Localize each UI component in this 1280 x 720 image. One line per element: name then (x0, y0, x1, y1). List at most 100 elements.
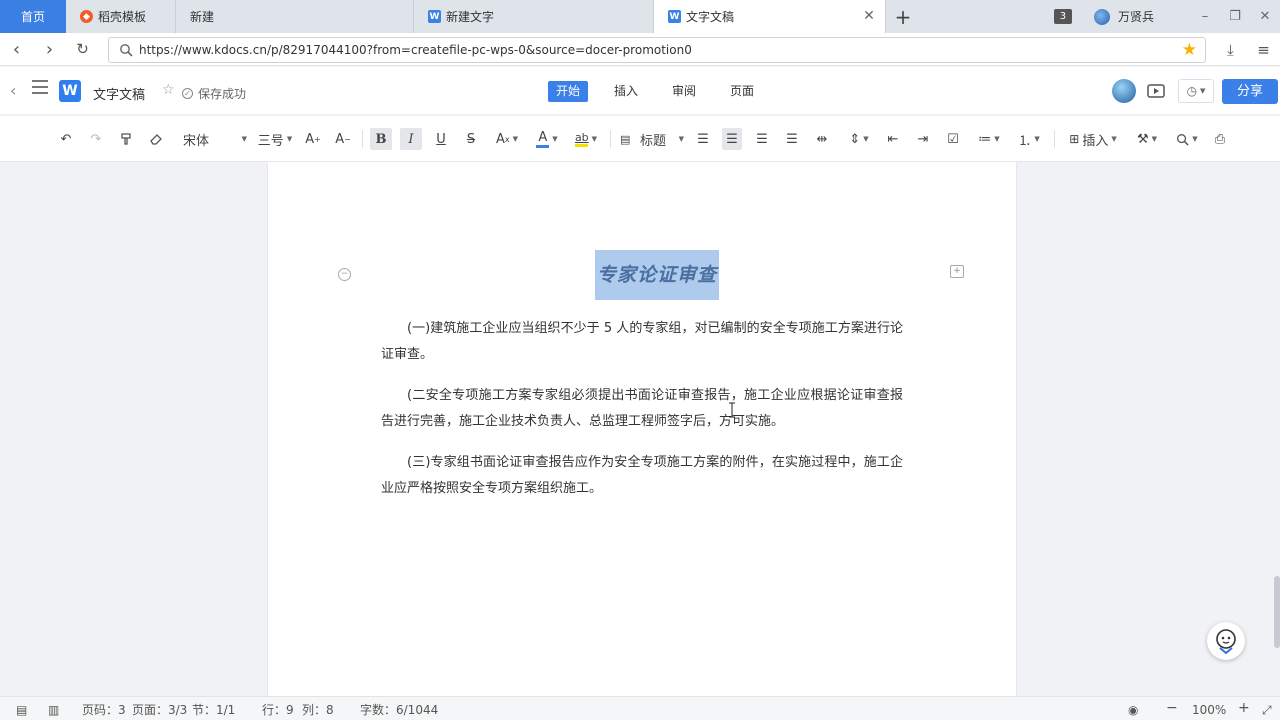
tab-writer-document[interactable]: W 文字文稿 ✕ (654, 0, 886, 33)
numbered-list-icon[interactable]: ⒈ ▼ (1013, 128, 1045, 150)
close-window-icon[interactable]: ✕ (1250, 0, 1280, 33)
favorite-star-icon[interactable]: ☆ (162, 82, 175, 98)
paragraph[interactable]: (二安全专项施工方案专家组必须提出书面论证审查报告，施工企业应根据论证审查报告进… (381, 383, 903, 435)
align-right-icon[interactable]: ☰ (752, 128, 772, 150)
document-title[interactable]: 专家论证审查 (595, 250, 719, 300)
paragraph-style-select[interactable]: ▤ 标题 ▼ (620, 128, 684, 150)
search-icon (120, 44, 133, 57)
tab-home[interactable]: 首页 (0, 0, 66, 33)
status-section: 节：1/1 (192, 703, 236, 717)
back-icon[interactable]: ‹ (10, 81, 16, 100)
redo-icon[interactable]: ↷ (86, 128, 106, 150)
wps-writer-logo: W (59, 80, 81, 102)
insert-icon: ⊞ (1069, 132, 1080, 146)
tools-icon[interactable]: ⚒ ▼ (1131, 128, 1163, 150)
network-status-icon[interactable]: ◉ (1128, 702, 1138, 718)
eraser-icon[interactable] (146, 128, 166, 150)
wps-writer-icon: W (668, 10, 681, 23)
document-name[interactable]: 文字文稿 (93, 84, 145, 103)
underline-button[interactable]: U (430, 128, 452, 150)
find-icon[interactable]: ▼ (1171, 128, 1203, 150)
hamburger-menu-icon[interactable] (32, 80, 48, 94)
paragraph[interactable]: (三)专家组书面论证审查报告应作为安全专项施工方案的附件，在实施过程中，施工企业… (381, 450, 903, 502)
font-name-select[interactable]: 宋体 ▼ (183, 128, 247, 150)
line-spacing-icon[interactable]: ⇕ ▼ (843, 128, 875, 150)
insert-label: 插入 (1082, 133, 1109, 149)
tab-insert[interactable]: 插入 (606, 81, 646, 102)
bullet-list-icon[interactable]: ≔ ▼ (973, 128, 1005, 150)
page-view-icon[interactable]: ▥ (48, 702, 59, 718)
history-button[interactable]: ◷ ▼ (1178, 79, 1214, 103)
check-circle-icon: ✓ (182, 88, 193, 99)
decrease-indent-icon[interactable]: ⇤ (883, 128, 903, 150)
tab-new-writer[interactable]: W 新建文字 (414, 0, 654, 33)
status-page-code: 页码：3 (82, 703, 126, 717)
tab-count-badge[interactable]: 3 (1053, 9, 1072, 24)
status-row: 行：9 (262, 703, 294, 717)
bookmark-star-icon[interactable]: ★ (1182, 41, 1197, 59)
reload-icon[interactable]: ↻ (66, 33, 99, 66)
minimize-icon[interactable]: – (1190, 0, 1220, 33)
docer-icon: ◆ (80, 10, 93, 23)
superscript-button[interactable]: Ax ▼ (493, 128, 521, 150)
bold-button[interactable]: B (370, 128, 392, 150)
format-painter-icon[interactable] (116, 128, 136, 150)
align-left-icon[interactable]: ☰ (693, 128, 713, 150)
collapse-section-icon[interactable]: − (338, 268, 351, 281)
tab-start[interactable]: 开始 (548, 81, 589, 102)
username[interactable]: 万贤兵 (1118, 8, 1154, 25)
italic-button[interactable]: I (400, 128, 422, 150)
user-avatar-icon[interactable] (1093, 8, 1110, 25)
assistant-icon[interactable] (1207, 622, 1245, 660)
close-tab-icon[interactable]: ✕ (861, 8, 877, 24)
zoom-level[interactable]: 100% (1192, 702, 1226, 718)
highlight-button[interactable]: ab ▼ (571, 128, 601, 150)
status-word-count[interactable]: 字数：6/1044 (360, 702, 438, 718)
url-input[interactable]: https://www.kdocs.cn/p/82917044100?from=… (108, 37, 1206, 63)
outline-view-icon[interactable]: ▤ (16, 702, 27, 718)
app-header: ‹ W 文字文稿 ☆ ✓ 保存成功 开始 插入 审阅 页面 ◷ ▼ 分享 (0, 67, 1280, 115)
paragraph[interactable]: (一)建筑施工企业应当组织不少于 5 人的专家组，对已编制的安全专项施工方案进行… (381, 316, 903, 368)
tab-review[interactable]: 审阅 (664, 81, 704, 102)
increase-font-icon[interactable]: A + (303, 128, 323, 150)
tab-docer-templates[interactable]: ◆ 稻壳模板 (66, 0, 176, 33)
font-color-letter: A (538, 129, 548, 145)
font-color-button[interactable]: A ▼ (532, 128, 562, 150)
zoom-in-button[interactable]: + (1238, 700, 1250, 716)
font-size-value: 三号 (257, 133, 284, 149)
zoom-out-button[interactable]: − (1166, 700, 1178, 716)
insert-button[interactable]: ⊞ 插入 ▼ (1063, 128, 1123, 150)
separator (362, 130, 363, 148)
undo-icon[interactable]: ↶ (56, 128, 76, 150)
increase-indent-icon[interactable]: ⇥ (913, 128, 933, 150)
add-comment-icon[interactable]: + (950, 265, 964, 278)
download-icon[interactable]: ⤓ (1214, 33, 1247, 66)
tab-label: 新建文字 (446, 10, 495, 24)
new-tab-button[interactable]: + (886, 0, 920, 33)
clock-icon: ◷ (1186, 84, 1198, 98)
justify-icon[interactable]: ☰ (782, 128, 802, 150)
checkbox-list-icon[interactable]: ☑ (943, 128, 963, 150)
font-size-select[interactable]: 三号 ▼ (257, 128, 293, 150)
decrease-font-icon[interactable]: A − (333, 128, 353, 150)
back-icon[interactable]: ‹ (0, 33, 33, 66)
browser-tab-strip: 首页 ◆ 稻壳模板 新建 W 新建文字 W 文字文稿 ✕ + 3 万贤兵 – ❐… (0, 0, 1280, 33)
strikethrough-button[interactable]: S (460, 128, 482, 150)
video-icon[interactable] (1146, 81, 1168, 101)
align-center-icon[interactable]: ☰ (722, 128, 742, 150)
wps-writer-icon: W (428, 10, 441, 23)
forward-icon[interactable]: › (33, 33, 66, 66)
print-icon[interactable]: ⎙ (1210, 128, 1230, 150)
tab-page[interactable]: 页面 (722, 81, 762, 102)
browser-actions: ⤓ ≡ (1214, 33, 1280, 66)
fit-page-icon[interactable]: ⤢ (1262, 702, 1272, 718)
share-button[interactable]: 分享 (1222, 79, 1278, 104)
document-page[interactable]: − + 专家论证审查 (一)建筑施工企业应当组织不少于 5 人的专家组，对已编制… (268, 162, 1016, 696)
distribute-icon[interactable]: ⇹ (812, 128, 832, 150)
tab-new[interactable]: 新建 (176, 0, 414, 33)
highlight-letters: ab (574, 131, 589, 144)
avatar[interactable] (1112, 79, 1136, 103)
restore-icon[interactable]: ❐ (1220, 0, 1250, 33)
vertical-scrollbar[interactable] (1274, 576, 1280, 648)
browser-menu-icon[interactable]: ≡ (1247, 33, 1280, 66)
